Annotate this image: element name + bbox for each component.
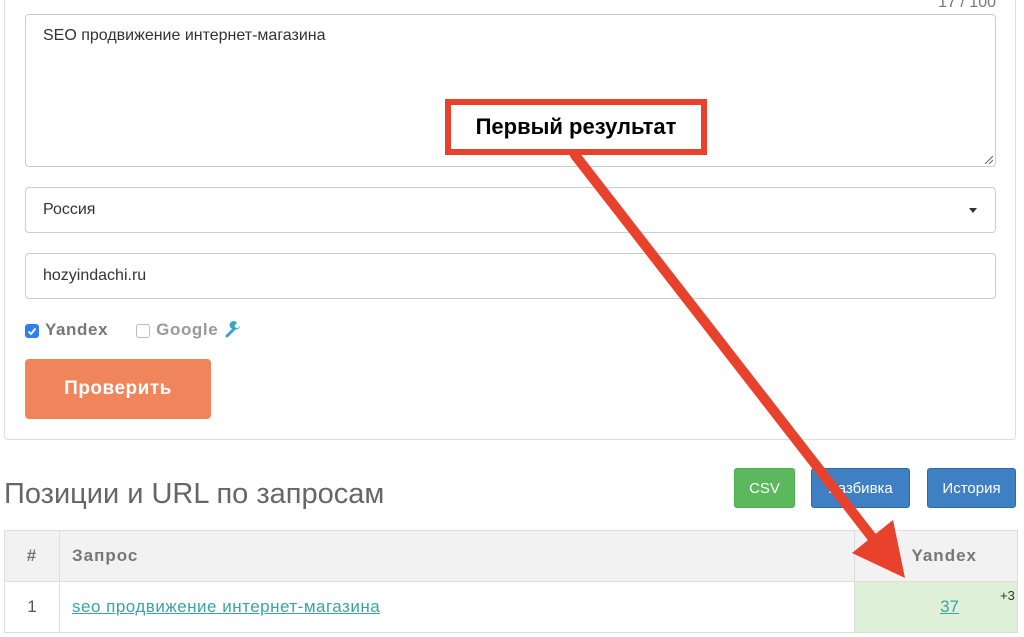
column-header-num: # (4, 530, 60, 582)
row-number: 1 (4, 581, 60, 633)
yandex-checkbox-label[interactable]: Yandex (45, 320, 108, 340)
position-delta: +3 (1000, 588, 1015, 603)
query-text: SEO продвижение интернет-магазина (43, 27, 326, 44)
region-selected-value: Россия (43, 201, 96, 218)
results-table: # Запрос Yandex 1 seo продвижение интерн… (4, 530, 1018, 633)
char-counter: 17 / 100 (938, 0, 996, 11)
razbivka-button[interactable]: Разбивка (811, 468, 910, 508)
table-header-row: # Запрос Yandex (4, 530, 1018, 582)
engine-checkboxes: Yandex Google (25, 318, 242, 342)
results-title: Позиции и URL по запросам (4, 478, 385, 510)
row-query-cell: seo продвижение интернет-магазина (59, 581, 855, 633)
checkbox-checked-icon[interactable] (25, 324, 39, 338)
yandex-position-link[interactable]: 37 (940, 597, 959, 616)
history-button[interactable]: История (927, 468, 1016, 508)
table-row: 1 seo продвижение интернет-магазина 37 (4, 581, 1018, 633)
site-value: hozyindachi.ru (43, 267, 147, 284)
csv-button[interactable]: CSV (734, 468, 795, 508)
query-link[interactable]: seo продвижение интернет-магазина (72, 597, 380, 616)
check-button[interactable]: Проверить (25, 359, 211, 419)
google-checkbox-label[interactable]: Google (156, 320, 218, 340)
column-header-yandex: Yandex (854, 530, 1018, 582)
annotation-callout: Первый результат (445, 99, 707, 155)
wrench-icon[interactable] (224, 321, 242, 339)
site-input[interactable]: hozyindachi.ru (25, 253, 996, 299)
checkbox-unchecked-icon[interactable] (136, 324, 151, 338)
yandex-position-cell: 37 (854, 581, 1018, 633)
column-header-query: Запрос (59, 530, 855, 582)
resize-handle-icon[interactable] (983, 154, 993, 164)
region-select[interactable]: Россия (25, 187, 996, 233)
caret-down-icon (969, 208, 977, 213)
